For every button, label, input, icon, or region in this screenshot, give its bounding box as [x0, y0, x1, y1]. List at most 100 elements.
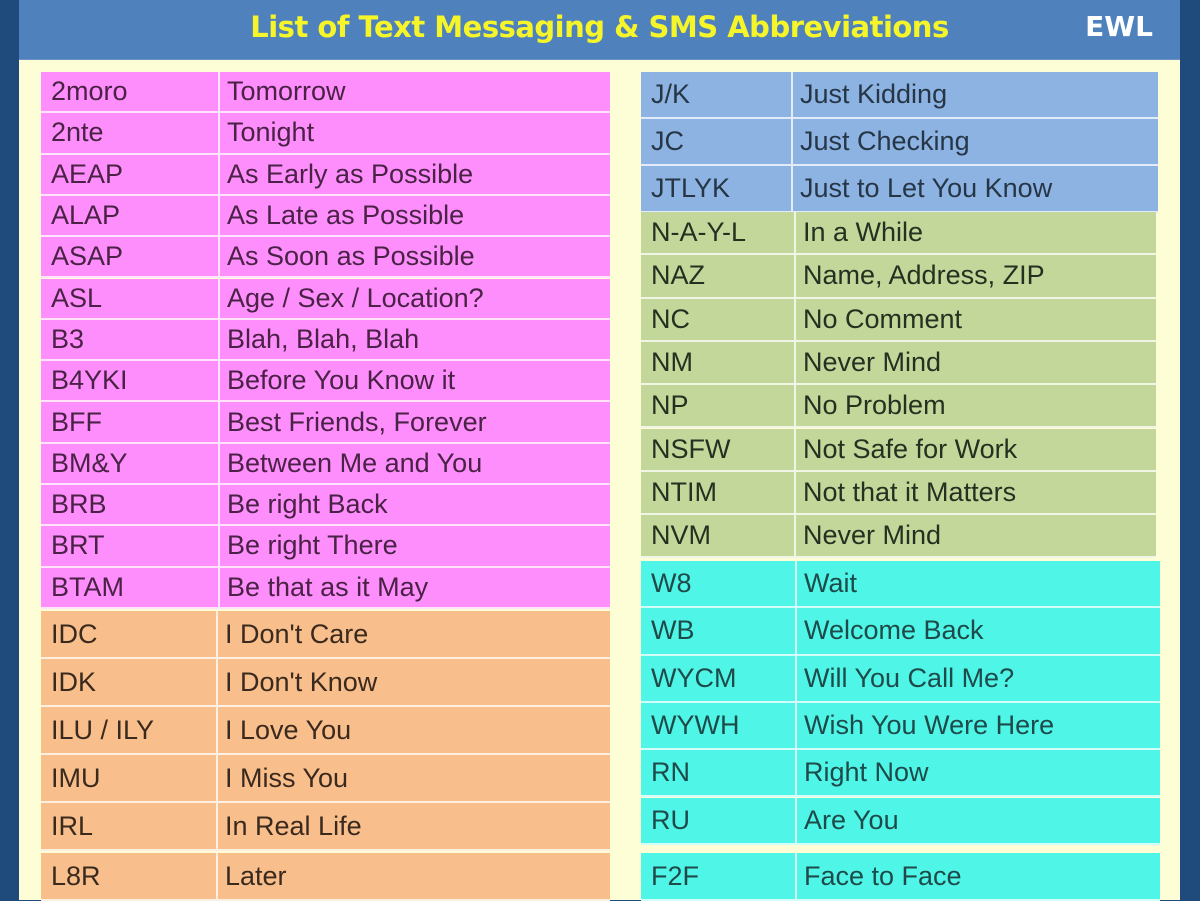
- table-row: WYCM Will You Call Me?: [641, 655, 1160, 703]
- meaning-cell: Be that as it May: [227, 571, 429, 602]
- abbreviation-cell: WB: [641, 608, 797, 654]
- table-row: L8R Later: [41, 853, 610, 901]
- meaning-cell: Blah, Blah, Blah: [227, 323, 420, 354]
- table-block-orange: IDC I Don't Care IDK I Don't Know ILU / ILY I…: [41, 611, 610, 851]
- meaning-cell: No Problem: [803, 390, 946, 421]
- table-row: JC Just Checking: [641, 119, 1158, 166]
- meaning-cell: Age / Sex / Location?: [227, 282, 484, 313]
- meaning-cell: Best Friends, Forever: [227, 406, 487, 437]
- meaning-cell: Never Mind: [803, 520, 942, 551]
- meaning-cell: Will You Call Me?: [804, 662, 1015, 693]
- table-row: NAZ Name, Address, ZIP: [641, 255, 1156, 299]
- table-row: IDC I Don't Care: [41, 611, 610, 659]
- table-row: WB Welcome Back: [641, 608, 1160, 656]
- table-row: B4YKI Before You Know it: [41, 361, 610, 403]
- meaning-cell: Just Checking: [800, 126, 970, 156]
- meaning-cell: Just Kidding: [800, 79, 948, 109]
- abbreviation-cell: W8: [641, 561, 797, 607]
- table-row: IRL In Real Life: [41, 803, 610, 851]
- table-row: ASL Age / Sex / Location?: [41, 278, 610, 320]
- abbreviation-cell: B4YKI: [41, 361, 220, 401]
- abbreviation-cell: WYWH: [641, 702, 797, 749]
- meaning-cell: Not Safe for Work: [803, 433, 1018, 464]
- abbreviation-cell: NTIM: [641, 471, 796, 514]
- meaning-cell: As Late as Possible: [227, 200, 465, 231]
- table-row: NTIM Not that it Matters: [641, 471, 1156, 516]
- abbreviation-cell: NC: [641, 298, 796, 340]
- table-row: W8 Wait: [641, 561, 1160, 609]
- table-row: B3 Blah, Blah, Blah: [41, 319, 610, 362]
- abbreviation-cell: L8R: [41, 853, 218, 899]
- abbreviation-cell: BM&Y: [41, 443, 220, 483]
- abbreviation-cell: B3: [41, 319, 220, 360]
- abbreviation-cell: AEAP: [41, 154, 220, 194]
- abbreviation-cell: ASL: [41, 278, 220, 318]
- abbreviation-cell: BFF: [41, 402, 220, 442]
- table-block-cyan-2: F2F Face to Face: [641, 853, 1160, 901]
- meaning-cell: Wish You Were Here: [804, 710, 1055, 741]
- abbreviation-cell: ASAP: [41, 237, 220, 277]
- table-row: RU Are You: [641, 797, 1160, 845]
- table-row: JTLYK Just to Let You Know: [641, 166, 1158, 213]
- abbreviation-cell: J/K: [641, 72, 793, 117]
- abbreviation-cell: 2nte: [41, 113, 220, 153]
- abbreviation-cell: IDC: [41, 611, 218, 657]
- abbreviation-cell: IMU: [41, 755, 218, 801]
- meaning-cell: Before You Know it: [227, 365, 456, 396]
- table-row: ALAP As Late as Possible: [41, 195, 610, 238]
- table-row: 2nte Tonight: [41, 113, 610, 155]
- meaning-cell: Just to Let You Know: [800, 173, 1053, 203]
- table-row: BFF Best Friends, Forever: [41, 402, 610, 444]
- brand-logo: EWL: [1085, 10, 1153, 43]
- meaning-cell: Tonight: [227, 117, 315, 148]
- table-block-cyan: W8 Wait WB Welcome Back WYCM Will You Call Me…: [641, 561, 1160, 845]
- abbreviation-cell: NM: [641, 341, 796, 384]
- abbreviation-cell: RN: [641, 750, 797, 796]
- table-block-blue: J/K Just Kidding JC Just Checking JTLYK Just …: [641, 72, 1158, 213]
- table-row: NVM Never Mind: [641, 515, 1156, 559]
- meaning-cell: Be right There: [227, 530, 398, 561]
- table-row: IMU I Miss You: [41, 755, 610, 803]
- meaning-cell: Be right Back: [227, 489, 388, 520]
- meaning-cell: I Love You: [225, 714, 352, 745]
- meaning-cell: Tomorrow: [227, 76, 346, 107]
- abbreviation-cell: F2F: [641, 853, 797, 899]
- abbreviation-cell: BRB: [41, 485, 220, 525]
- abbreviation-cell: JTLYK: [641, 166, 793, 211]
- table-row: NSFW Not Safe for Work: [641, 428, 1156, 472]
- abbreviation-cell: ILU / ILY: [41, 707, 218, 753]
- meaning-cell: Between Me and You: [227, 447, 483, 478]
- table-block-green: N-A-Y-L In a While NAZ Name, Address, ZIP NC…: [641, 212, 1156, 559]
- abbreviation-cell: IRL: [41, 803, 218, 849]
- meaning-cell: Never Mind: [803, 347, 942, 378]
- meaning-cell: Later: [225, 860, 287, 891]
- table-row: NM Never Mind: [641, 341, 1156, 386]
- table-row: BRT Be right There: [41, 526, 610, 568]
- page-title: List of Text Messaging & SMS Abbreviatio…: [250, 10, 949, 44]
- table-block-pink: 2moro Tomorrow 2nte Tonight AEAP As Early as …: [41, 72, 610, 609]
- meaning-cell: As Early as Possible: [227, 158, 474, 189]
- table-row: BRB Be right Back: [41, 485, 610, 527]
- meaning-cell: In Real Life: [225, 810, 362, 841]
- table-row: NC No Comment: [641, 298, 1156, 342]
- table-row: 2moro Tomorrow: [41, 72, 610, 114]
- abbreviation-cell: BRT: [41, 526, 220, 566]
- table-row: ILU / ILY I Love You: [41, 707, 610, 755]
- abbreviation-cell: JC: [641, 119, 793, 164]
- abbreviation-cell: NAZ: [641, 255, 796, 297]
- abbreviation-cell: RU: [641, 797, 797, 843]
- table-row: J/K Just Kidding: [641, 72, 1158, 119]
- table-row: IDK I Don't Know: [41, 659, 610, 707]
- meaning-cell: I Miss You: [225, 762, 349, 793]
- meaning-cell: As Soon as Possible: [227, 241, 475, 272]
- table-row: N-A-Y-L In a While: [641, 212, 1156, 256]
- abbreviation-cell: BTAM: [41, 567, 220, 607]
- table-block-orange-2: L8R Later: [41, 853, 610, 901]
- abbreviation-cell: IDK: [41, 659, 218, 705]
- meaning-cell: I Don't Care: [225, 618, 369, 649]
- abbreviation-cell: 2moro: [41, 72, 220, 112]
- meaning-cell: Not that it Matters: [803, 476, 1017, 507]
- meaning-cell: Right Now: [804, 757, 929, 788]
- meaning-cell: I Don't Know: [225, 666, 378, 697]
- table-row: F2F Face to Face: [641, 853, 1160, 901]
